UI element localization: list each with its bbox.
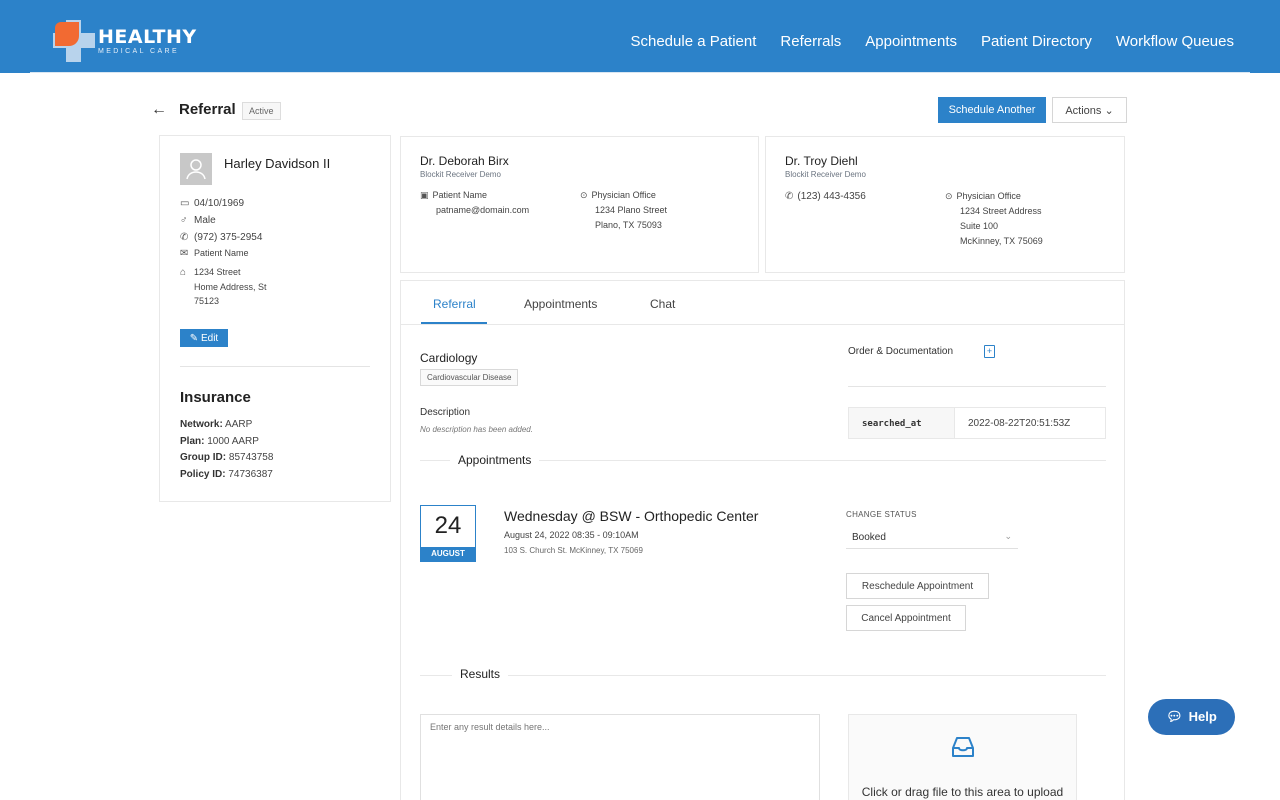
- nav-patient-directory[interactable]: Patient Directory: [981, 33, 1092, 50]
- description-value: No description has been added.: [420, 425, 533, 434]
- physician-contact: ▣ Patient Name patname@domain.com: [420, 190, 530, 215]
- appointment-day: 24: [434, 512, 462, 539]
- divider: [848, 386, 1106, 387]
- referring-physician-card: Dr. Deborah Birx Blockit Receiver Demo ▣…: [400, 136, 759, 273]
- physician-office: ⊙ Physician Office 1234 Street Address Su…: [945, 191, 1043, 246]
- appointment-time: August 24, 2022 08:35 - 09:10AM: [504, 530, 639, 540]
- chevron-down-icon: ⌄: [1004, 531, 1012, 541]
- patient-email: ✉ Patient Name: [180, 248, 249, 259]
- reschedule-appointment-button[interactable]: Reschedule Appointment: [846, 573, 989, 599]
- status-select[interactable]: Booked ⌄: [846, 529, 1018, 549]
- file-upload-dropzone[interactable]: Click or drag file to this area to uploa…: [848, 714, 1077, 800]
- status-badge: Active: [242, 102, 281, 120]
- section-divider: [420, 675, 1106, 676]
- insurance-policy-id: Policy ID: 74736387: [180, 469, 273, 480]
- order-documentation-label: Order & Documentation: [848, 346, 954, 357]
- insurance-title: Insurance: [180, 389, 251, 406]
- patient-card: Harley Davidson II ▭ 04/10/1969 ♂ Male ✆ (9…: [159, 135, 391, 502]
- main-nav: Schedule a Patient Referrals Appointment…: [630, 33, 1234, 50]
- physician-office: ⊙ Physician Office 1234 Plano Street Plan…: [580, 190, 668, 230]
- tab-bar: Referral Appointments Chat: [401, 281, 1124, 325]
- page-title: Referral: [179, 101, 236, 118]
- help-button[interactable]: 💬︎ Help: [1148, 699, 1235, 735]
- patient-address: ⌂ 1234 Street Home Address, St 75123: [180, 267, 267, 306]
- phone-icon: ✆: [785, 191, 794, 202]
- description-label: Description: [420, 407, 471, 418]
- referral-detail-panel: Referral Appointments Chat Cardiology Ca…: [400, 280, 1125, 800]
- change-status-label: CHANGE STATUS: [846, 510, 917, 519]
- appointment-title: Wednesday @ BSW - Orthopedic Center: [504, 508, 759, 524]
- patient-gender: ♂ Male: [180, 215, 216, 226]
- tab-chat[interactable]: Chat: [650, 297, 675, 311]
- brand-tagline: MEDICAL CARE: [98, 47, 180, 55]
- pencil-icon: ✎: [189, 332, 201, 344]
- appointment-date-badge: 24 AUGUST: [420, 505, 476, 562]
- cancel-appointment-button[interactable]: Cancel Appointment: [846, 605, 966, 631]
- avatar: [180, 153, 212, 185]
- male-icon: ♂: [180, 215, 188, 226]
- metadata-value: 2022-08-22T20:51:53Z: [968, 418, 1071, 429]
- physician-phone: ✆ (123) 443-4356: [785, 191, 866, 202]
- specialty-title: Cardiology: [420, 351, 478, 365]
- patient-dob: ▭ 04/10/1969: [180, 198, 245, 209]
- top-navigation-bar: HEALTHY MEDICAL CARE Schedule a Patient …: [0, 0, 1280, 73]
- calendar-icon: ▭: [180, 198, 190, 209]
- header-divider: [30, 72, 1250, 73]
- inbox-icon: [952, 737, 974, 757]
- tab-referral[interactable]: Referral: [433, 297, 476, 311]
- appointments-section-title: Appointments: [450, 453, 540, 467]
- nav-workflow-queues[interactable]: Workflow Queues: [1116, 33, 1234, 50]
- location-pin-icon: ⊙: [580, 190, 588, 200]
- home-icon: ⌂: [180, 267, 187, 278]
- chat-bubble-icon: 💬︎: [1166, 709, 1183, 724]
- edit-patient-button[interactable]: ✎ Edit: [180, 329, 228, 347]
- patient-name: Harley Davidson II: [224, 156, 331, 171]
- back-arrow-icon[interactable]: ←: [151, 101, 167, 119]
- brand-logo[interactable]: HEALTHY MEDICAL CARE: [53, 20, 197, 62]
- results-section-title: Results: [452, 667, 509, 681]
- location-pin-icon: ⊙: [945, 191, 953, 201]
- appointment-month: AUGUST: [421, 547, 475, 561]
- nav-schedule-patient[interactable]: Schedule a Patient: [630, 33, 756, 50]
- physician-org: Blockit Receiver Demo: [420, 170, 501, 179]
- upload-instructions: Click or drag file to this area to uploa…: [861, 785, 1064, 799]
- mail-icon: ✉: [180, 248, 189, 259]
- patient-phone: ✆ (972) 375-2954: [180, 232, 263, 243]
- brand-name: HEALTHY: [98, 25, 197, 48]
- id-card-icon: ▣: [420, 190, 429, 200]
- insurance-group-id: Group ID: 85743758: [180, 452, 274, 463]
- metadata-row: searched_at 2022-08-22T20:51:53Z: [848, 407, 1106, 439]
- physician-name: Dr. Troy Diehl: [785, 154, 858, 168]
- nav-referrals[interactable]: Referrals: [780, 33, 841, 50]
- result-details-input[interactable]: [420, 714, 820, 800]
- receiving-physician-card: Dr. Troy Diehl Blockit Receiver Demo ✆ (1…: [765, 136, 1125, 273]
- divider: [180, 366, 370, 367]
- appointment-address: 103 S. Church St. McKinney, TX 75069: [504, 546, 643, 555]
- tab-appointments[interactable]: Appointments: [524, 297, 597, 311]
- nav-appointments[interactable]: Appointments: [865, 33, 957, 50]
- logo-cross-icon: [53, 20, 95, 62]
- schedule-another-button[interactable]: Schedule Another: [938, 97, 1046, 123]
- metadata-key: searched_at: [849, 408, 955, 438]
- active-tab-indicator: [421, 322, 487, 324]
- actions-dropdown-button[interactable]: Actions ⌄: [1052, 97, 1127, 123]
- insurance-network: Network: AARP: [180, 419, 253, 430]
- insurance-plan: Plan: 1000 AARP: [180, 436, 259, 447]
- physician-name: Dr. Deborah Birx: [420, 154, 509, 168]
- physician-org: Blockit Receiver Demo: [785, 170, 866, 179]
- phone-icon: ✆: [180, 232, 189, 243]
- specialty-tag: Cardiovascular Disease: [420, 369, 519, 386]
- add-document-icon[interactable]: +: [984, 345, 995, 358]
